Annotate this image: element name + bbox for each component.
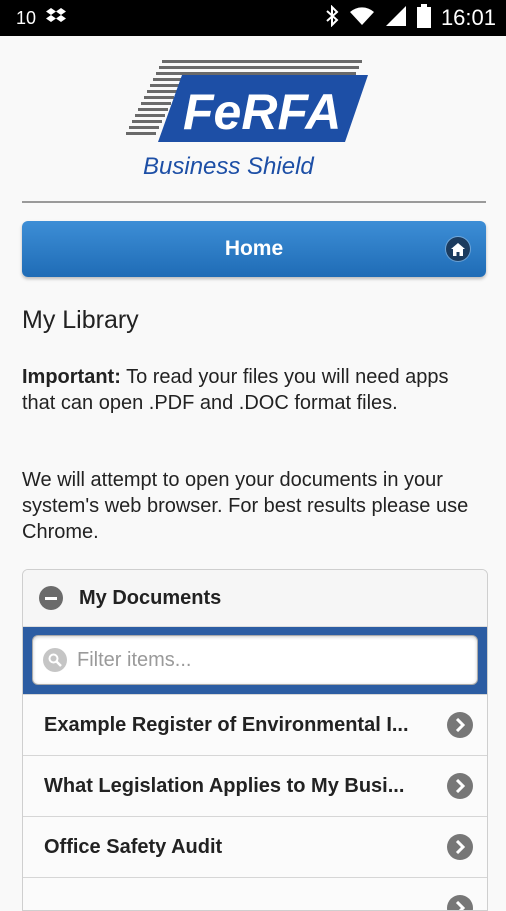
home-button[interactable]: Home xyxy=(22,221,486,277)
list-item[interactable]: What Legislation Applies to My Busi... xyxy=(23,755,487,816)
list-item[interactable] xyxy=(23,877,487,910)
clock: 16:01 xyxy=(440,5,496,30)
my-documents-toggle[interactable]: My Documents xyxy=(23,570,487,627)
wifi-icon xyxy=(349,5,375,32)
ferfa-logo: FeRFA Business Shield xyxy=(0,50,506,200)
home-icon[interactable] xyxy=(446,237,470,261)
chevron-right-icon xyxy=(447,712,473,738)
list-item-label: Example Register of Environmental I... xyxy=(44,713,409,736)
search-icon xyxy=(43,648,67,672)
dropbox-icon xyxy=(46,7,67,30)
browser-note: We will attempt to open your documents i… xyxy=(22,469,469,543)
collapse-icon[interactable] xyxy=(39,586,63,610)
chevron-right-icon xyxy=(447,834,473,860)
important-label: Important: xyxy=(22,366,121,388)
filter-input[interactable] xyxy=(75,647,459,673)
chevron-right-icon xyxy=(447,773,473,799)
list-item[interactable]: Office Safety Audit xyxy=(23,816,487,877)
bluetooth-icon xyxy=(325,4,339,32)
page-title: My Library xyxy=(22,306,139,334)
filter-bar xyxy=(23,627,487,694)
filter-field[interactable] xyxy=(32,635,478,685)
logo-tagline: Business Shield xyxy=(143,153,314,180)
my-documents-heading: My Documents xyxy=(79,586,222,609)
list-item-label: Office Safety Audit xyxy=(44,835,223,858)
important-note: Important: To read your files you will n… xyxy=(22,364,486,416)
status-bar: 10 16:01 xyxy=(0,0,506,36)
battery-icon xyxy=(416,3,431,33)
cell-signal-icon xyxy=(385,5,407,32)
signal-text: 10 xyxy=(16,7,37,28)
chevron-right-icon xyxy=(447,895,473,910)
home-label: Home xyxy=(224,237,284,260)
logo-brand: FeRFA xyxy=(183,84,341,140)
list-item[interactable]: Example Register of Environmental I... xyxy=(23,694,487,755)
my-documents-section: My Documents Example Register of Environ… xyxy=(22,569,488,911)
list-item-label: What Legislation Applies to My Busi... xyxy=(44,774,405,797)
header-divider xyxy=(22,201,486,203)
